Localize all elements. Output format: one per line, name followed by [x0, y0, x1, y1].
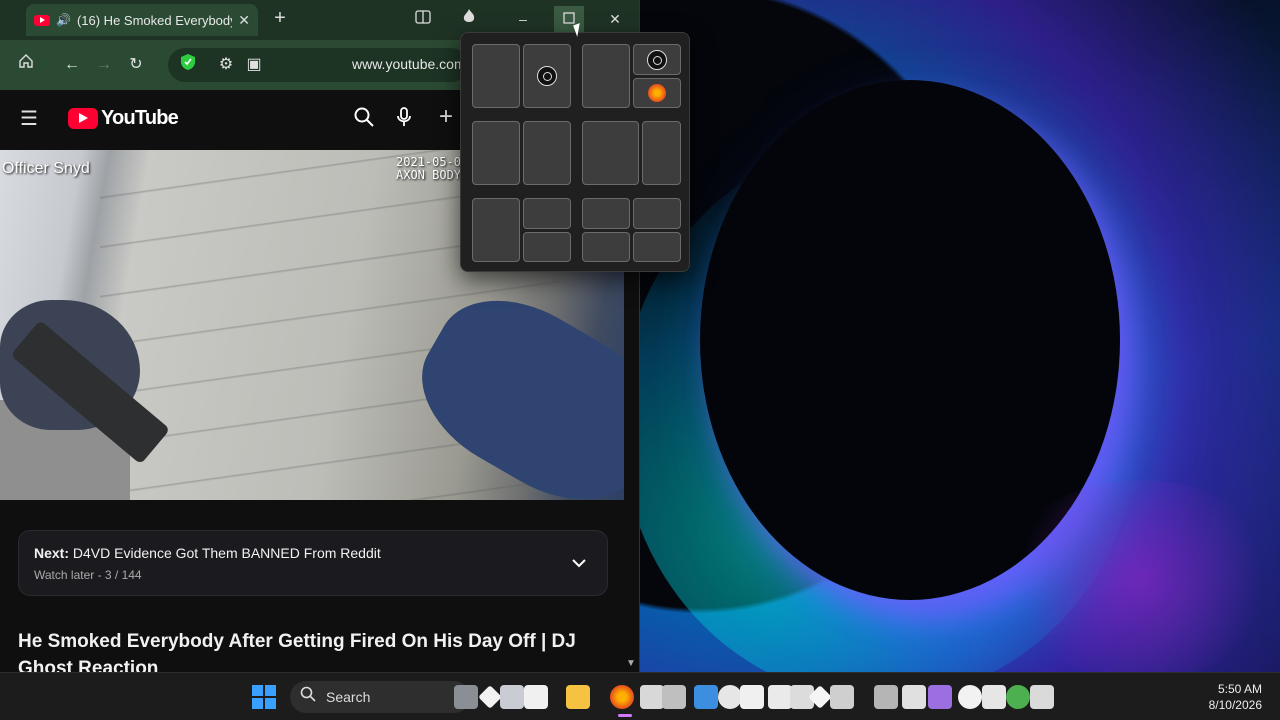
next-title: D4VD Evidence Got Them BANNED From Reddi… — [72, 545, 381, 561]
site-settings-icon[interactable]: ⚙ — [214, 53, 238, 77]
snap-zone-top-right[interactable] — [633, 44, 681, 75]
snap-zone-stack-top[interactable] — [523, 198, 571, 229]
tab-title: (16) He Smoked Everybody — [76, 12, 233, 28]
app-icon-17[interactable] — [928, 685, 952, 709]
flame-icon[interactable] — [454, 6, 484, 32]
camera-app-icon[interactable] — [640, 685, 664, 709]
task-view-icon[interactable] — [500, 685, 524, 709]
overlay-camera: AXON BODY — [396, 168, 462, 182]
snap-zone-half-right[interactable] — [523, 121, 571, 185]
snap-zone-stack-bottom[interactable] — [523, 232, 571, 262]
file-explorer-icon[interactable] — [566, 685, 590, 709]
create-icon[interactable]: + — [434, 105, 458, 129]
video-overlay-timestamp: 2021-05-0 AXON BODY — [396, 156, 461, 182]
snap-zone-two-thirds[interactable] — [582, 121, 639, 185]
next-video-card[interactable] — [18, 530, 608, 596]
next-prefix: Next: — [34, 545, 70, 561]
screenshot-icon[interactable]: ▣ — [242, 53, 266, 77]
snap-zone-quad-3[interactable] — [582, 232, 630, 262]
snap-zone-quad-2[interactable] — [633, 198, 681, 229]
active-app-indicator — [618, 714, 632, 717]
snap-zone-bottom-right[interactable] — [633, 78, 681, 108]
app-icon-10[interactable] — [740, 685, 764, 709]
app-icon-9[interactable] — [718, 685, 742, 709]
app-icon-8[interactable] — [694, 685, 718, 709]
youtube-logo-icon[interactable] — [68, 108, 98, 129]
taskbar-search-label: Search — [326, 689, 371, 705]
snap-zone-tall-left[interactable] — [472, 198, 520, 262]
new-tab-button[interactable]: + — [268, 6, 292, 30]
sidebar-toggle-icon[interactable] — [408, 6, 438, 32]
obs-icon — [537, 66, 557, 86]
taskbar: Search 5:50 AM 8/10/2026 — [0, 672, 1280, 720]
home-icon[interactable] — [14, 53, 38, 77]
back-icon[interactable]: ← — [60, 53, 84, 77]
app-icon-21[interactable] — [1030, 685, 1054, 709]
wallpaper-glow-purple — [1000, 480, 1280, 680]
youtube-favicon-icon — [34, 14, 50, 26]
url-text[interactable]: www.youtube.com — [352, 56, 466, 72]
video-overlay-officer: Officer Snyd — [2, 160, 90, 177]
tab-close-button[interactable]: ✕ — [238, 12, 250, 29]
speaker-icon[interactable]: 🔊 — [56, 13, 71, 27]
app-icon-16[interactable] — [902, 685, 926, 709]
app-icon-7[interactable] — [662, 685, 686, 709]
app-icon-20[interactable] — [1006, 685, 1030, 709]
reload-icon[interactable]: ↻ — [124, 53, 148, 77]
minimize-button[interactable]: – — [508, 6, 538, 32]
app-icon-18[interactable] — [958, 685, 982, 709]
forward-icon[interactable]: → — [92, 53, 116, 77]
youtube-logo-text[interactable]: YouTube — [101, 107, 179, 130]
menu-icon[interactable]: ☰ — [17, 107, 41, 131]
app-icon-11[interactable] — [768, 685, 792, 709]
app-icon-15[interactable] — [874, 685, 898, 709]
snap-layouts-flyout — [460, 32, 690, 272]
snap-zone-quad-1[interactable] — [582, 198, 630, 229]
obs-icon — [647, 49, 667, 70]
shield-icon[interactable] — [176, 53, 200, 77]
search-icon[interactable] — [352, 107, 376, 131]
snap-zone-quad-4[interactable] — [633, 232, 681, 262]
tab-youtube[interactable]: 🔊 (16) He Smoked Everybody ✕ — [26, 4, 258, 36]
snap-zone-left-quad[interactable] — [582, 44, 630, 108]
close-button[interactable]: ✕ — [600, 6, 630, 32]
chevron-down-icon[interactable] — [572, 555, 586, 571]
snap-zone-one-third[interactable] — [642, 121, 681, 185]
diamond-app-icon[interactable] — [478, 685, 502, 709]
snap-zone-half-left[interactable] — [472, 121, 520, 185]
brave-icon — [648, 84, 666, 102]
app-icon-19[interactable] — [982, 685, 1006, 709]
snap-zone-left-half[interactable] — [472, 44, 520, 108]
microphone-icon[interactable] — [392, 107, 416, 131]
app-icon-14[interactable] — [830, 685, 854, 709]
next-video-line[interactable]: Next: D4VD Evidence Got Them BANNED From… — [34, 545, 381, 561]
notes-app-icon[interactable] — [524, 685, 548, 709]
video-title: He Smoked Everybody After Getting Fired … — [18, 631, 576, 672]
clock-time: 5:50 AM — [1217, 682, 1262, 696]
brave-browser-icon[interactable] — [610, 685, 634, 709]
system-clock[interactable]: 5:50 AM 8/10/2026 — [1209, 681, 1262, 713]
scroll-down-arrow-icon[interactable]: ▼ — [626, 658, 636, 669]
widgets-icon[interactable] — [454, 685, 478, 709]
start-button[interactable] — [252, 685, 276, 709]
search-icon — [300, 686, 316, 706]
clock-date: 8/10/2026 — [1208, 698, 1262, 712]
playlist-progress: Watch later - 3 / 144 — [34, 568, 142, 582]
taskbar-search[interactable] — [290, 681, 470, 713]
snap-zone-right-half[interactable] — [523, 44, 571, 108]
